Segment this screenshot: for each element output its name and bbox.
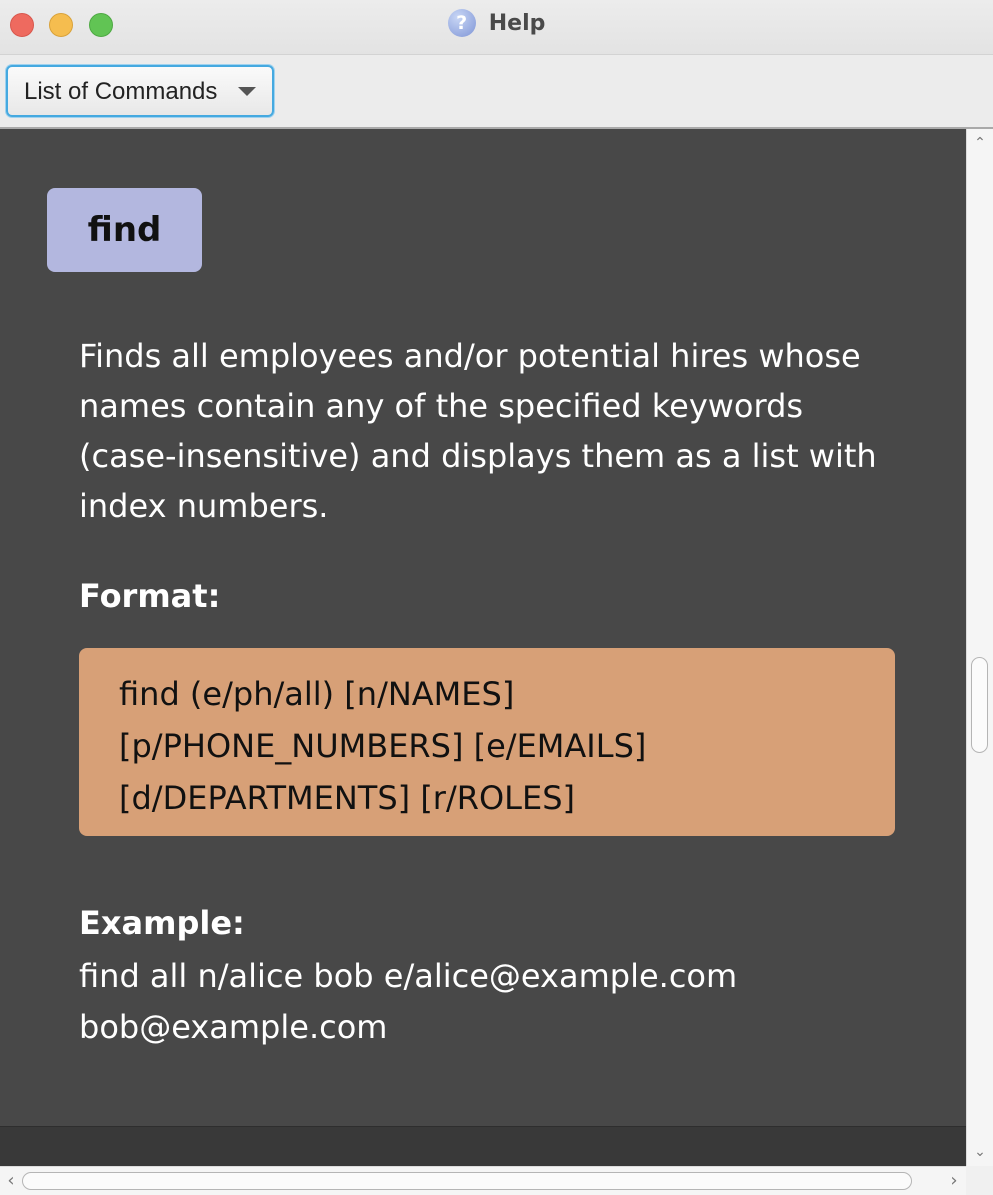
example-line: bob@example.com xyxy=(79,1008,388,1046)
horizontal-scroll-thumb[interactable] xyxy=(22,1172,912,1190)
chevron-right-icon[interactable]: › xyxy=(943,1167,965,1195)
chevron-down-icon[interactable]: ⌄ xyxy=(967,1140,993,1164)
chevron-left-icon[interactable]: ‹ xyxy=(0,1167,22,1195)
format-code-box: find (e/ph/all) [n/NAMES] [p/PHONE_NUMBE… xyxy=(79,648,895,836)
format-line: [p/PHONE_NUMBERS] [e/EMAILS] xyxy=(119,727,647,765)
window-title: Help xyxy=(488,10,546,36)
question-mark-icon: ? xyxy=(447,9,476,37)
help-content-panel: find Finds all employees and/or potentia… xyxy=(0,129,966,1126)
format-line: [d/DEPARTMENTS] [r/ROLES] xyxy=(119,779,575,817)
example-heading: Example: xyxy=(79,904,245,942)
help-window: ? Help List of Commands find Finds all e… xyxy=(0,0,993,1195)
horizontal-scrollbar[interactable]: ‹ › xyxy=(0,1166,993,1195)
format-heading: Format: xyxy=(79,577,221,615)
vertical-scrollbar[interactable]: ⌃ ⌄ xyxy=(966,129,993,1166)
dropdown-selected-value: List of Commands xyxy=(24,78,218,105)
content-footer-strip xyxy=(0,1126,966,1167)
resize-corner xyxy=(966,1166,993,1195)
chevron-down-icon xyxy=(238,87,256,96)
command-name-badge: find xyxy=(47,188,202,272)
example-line: find all n/alice bob e/alice@example.com xyxy=(79,957,738,995)
command-list-dropdown[interactable]: List of Commands xyxy=(6,65,274,117)
chevron-up-icon[interactable]: ⌃ xyxy=(967,131,993,155)
command-description: Finds all employees and/or potential hir… xyxy=(79,337,877,525)
vertical-scroll-thumb[interactable] xyxy=(971,657,988,753)
window-title-group: ? Help xyxy=(0,9,993,41)
toolbar: List of Commands xyxy=(0,55,993,129)
format-line: find (e/ph/all) [n/NAMES] xyxy=(119,675,515,713)
title-bar: ? Help xyxy=(0,0,993,55)
